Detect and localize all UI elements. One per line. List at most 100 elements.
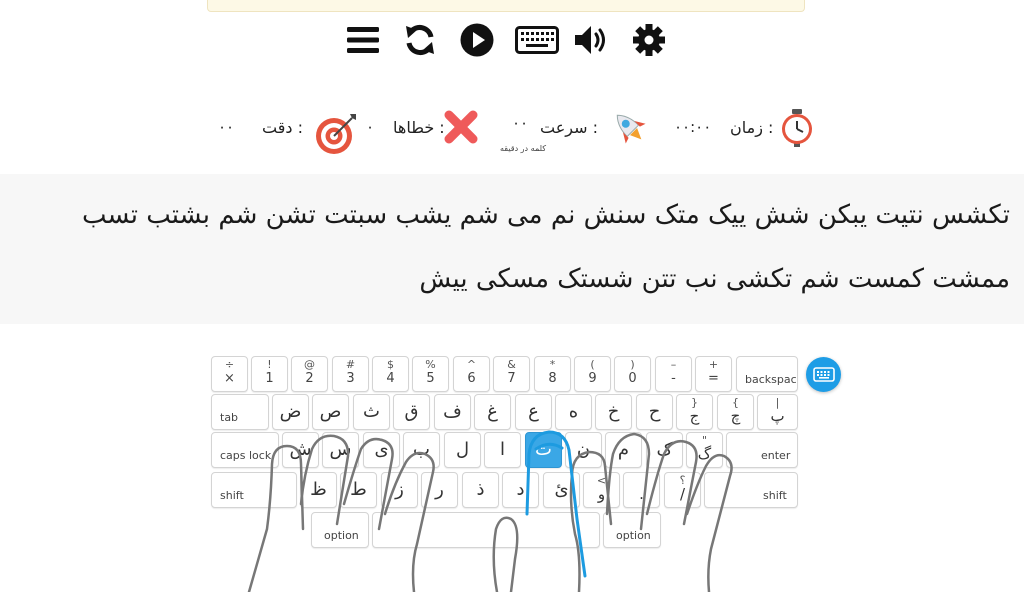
key-2[interactable]: @2 [291, 356, 328, 392]
toolbar [340, 18, 670, 62]
backspace-label: backspace [745, 373, 798, 386]
key-1[interactable]: ! 1 [251, 356, 288, 392]
key-char: ا [499, 439, 505, 460]
key-5[interactable]: % 5 [412, 356, 449, 392]
key-shin[interactable]: ش [282, 432, 319, 468]
key-dal[interactable]: د [502, 472, 539, 508]
key-char: ک [656, 439, 673, 460]
key-jim[interactable]: } ج [676, 394, 713, 430]
gear-icon [633, 24, 665, 56]
key-hee[interactable]: ح [636, 394, 673, 430]
key-pe[interactable]: | پ [757, 394, 798, 430]
key-enter[interactable]: enter [726, 432, 798, 468]
volume-button[interactable] [572, 22, 612, 58]
errors-stat: خطاها : ۰ [360, 108, 490, 156]
key-vav[interactable]: < و [583, 472, 620, 508]
key-option-right[interactable]: option [603, 512, 661, 548]
key-equals[interactable]: + = [695, 356, 732, 392]
key-char: . [639, 485, 644, 503]
time-label: زمان : [730, 118, 774, 137]
key-hamze[interactable]: ئ [543, 472, 580, 508]
key-se[interactable]: ث [353, 394, 390, 430]
key-gaf[interactable]: " گ [686, 432, 723, 468]
key-char: غ [487, 401, 498, 422]
accuracy-value: ۰۰ [218, 118, 235, 136]
key-tab[interactable]: tab [211, 394, 269, 430]
key-char: و [597, 485, 606, 503]
key-ghein[interactable]: غ [474, 394, 511, 430]
key-shift-left[interactable]: shift [211, 472, 297, 508]
key-slash[interactable]: ؟ / [664, 472, 701, 508]
key-mim[interactable]: م [605, 432, 642, 468]
key-ein[interactable]: ع [515, 394, 552, 430]
key-4[interactable]: $4 [372, 356, 409, 392]
play-icon [460, 23, 494, 57]
key-ghaf[interactable]: ق [393, 394, 430, 430]
key-caps-lock[interactable]: caps lock [211, 432, 279, 468]
key-lam[interactable]: ل [444, 432, 481, 468]
key-char: 8 [548, 371, 557, 386]
key-sad[interactable]: ص [312, 394, 349, 430]
key-be[interactable]: ب [403, 432, 440, 468]
key-char: ث [363, 401, 380, 422]
key-ta[interactable]: ط [340, 472, 377, 508]
key-char: ح [648, 401, 661, 422]
key-char: 3 [346, 371, 355, 386]
key-space[interactable] [372, 512, 600, 548]
key-zad[interactable]: ض [272, 394, 309, 430]
key-char: 0 [628, 371, 637, 386]
key-shift-char: ^ [466, 358, 477, 371]
key-che[interactable]: {چ [717, 394, 754, 430]
key-option-left[interactable]: option [311, 512, 369, 548]
key-char: س [329, 439, 352, 460]
key-ye[interactable]: ی [363, 432, 400, 468]
key-re[interactable]: ر [421, 472, 458, 508]
key-multiply[interactable]: ÷ × [211, 356, 248, 392]
errors-label: خطاها : [393, 118, 445, 137]
key-3[interactable]: #3 [332, 356, 369, 392]
key-shift-char: * [549, 358, 556, 371]
key-alef[interactable]: ا [484, 432, 521, 468]
play-button[interactable] [457, 22, 497, 58]
show-keyboard-button[interactable] [806, 357, 841, 392]
key-char: خ [607, 401, 620, 422]
key-char: ه [568, 401, 579, 422]
key-shift-char: ! [267, 358, 272, 371]
settings-button[interactable] [629, 22, 669, 58]
keyboard-toggle-button[interactable] [514, 22, 560, 58]
stopwatch-icon [782, 109, 812, 147]
key-fe[interactable]: ف [434, 394, 471, 430]
accuracy-stat: دقت : ۰۰ [210, 108, 360, 156]
key-7[interactable]: & 7 [493, 356, 530, 392]
key-zal[interactable]: ذ [462, 472, 499, 508]
key-minus[interactable]: – - [655, 356, 692, 392]
key-char: ص [319, 401, 342, 422]
key-shift-char: ) [630, 358, 635, 371]
key-char: - [671, 371, 676, 386]
key-shift-char: ÷ [224, 358, 235, 371]
key-sin[interactable]: س [322, 432, 359, 468]
key-8[interactable]: * 8 [534, 356, 571, 392]
key-he[interactable]: ه [555, 394, 592, 430]
key-shift-right[interactable]: shift [704, 472, 798, 508]
key-ze[interactable]: ز [381, 472, 418, 508]
key-noon[interactable]: ن [565, 432, 602, 468]
key-6[interactable]: ^ 6 [453, 356, 490, 392]
key-char: چ [730, 407, 741, 425]
menu-button[interactable] [343, 22, 383, 58]
key-shift-char: # [345, 358, 356, 371]
key-te-active[interactable]: ت [525, 432, 562, 468]
key-char: ش [289, 439, 312, 460]
key-char: / [679, 485, 686, 503]
key-za[interactable]: ظ [300, 472, 337, 508]
key-char: 9 [588, 371, 597, 386]
speed-unit: کلمه در دقیقه [500, 144, 547, 153]
key-char: 6 [467, 371, 476, 386]
key-khe[interactable]: خ [595, 394, 632, 430]
key-9[interactable]: (9 [574, 356, 611, 392]
key-period[interactable]: . [623, 472, 660, 508]
refresh-button[interactable] [400, 22, 440, 58]
key-kaf[interactable]: ک [646, 432, 683, 468]
key-backspace[interactable]: backspace [736, 356, 798, 392]
key-0[interactable]: ) 0 [614, 356, 651, 392]
